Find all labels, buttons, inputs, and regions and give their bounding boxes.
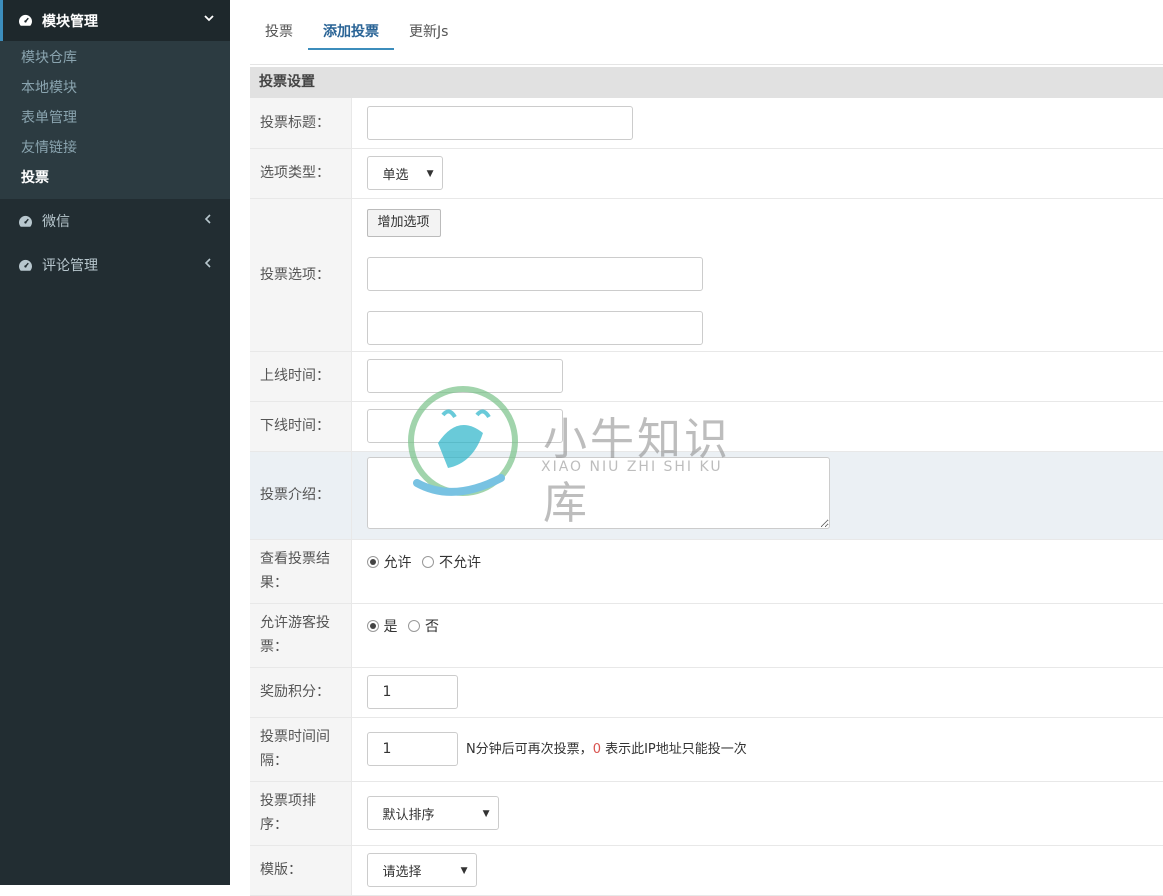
tab-add-vote[interactable]: 添加投票	[308, 12, 394, 50]
sidebar-item-wechat[interactable]: 微信	[0, 199, 230, 243]
offline-label: 下线时间：	[250, 401, 352, 452]
options-label: 投票选项：	[250, 198, 352, 352]
sidebar: 模块管理 模块仓库 本地模块 表单管理 友情链接 投票 微信 评论管理	[0, 0, 230, 885]
add-option-button[interactable]: 增加选项	[366, 208, 441, 237]
form-row-online: 上线时间：	[250, 351, 1163, 402]
interval-label: 投票时间间隔：	[250, 717, 352, 782]
guest-yes-radio[interactable]: 是	[366, 616, 398, 636]
sort-select[interactable]: 默认排序 ▼	[366, 796, 499, 830]
sidebar-item-label: 微信	[42, 214, 70, 230]
reward-points-input[interactable]	[366, 675, 458, 709]
sidebar-item-label: 模块管理	[42, 13, 98, 30]
sidebar-item-module-mgmt[interactable]: 模块管理	[0, 0, 230, 41]
interval-input[interactable]	[366, 732, 458, 766]
intro-textarea[interactable]	[366, 457, 830, 529]
form-row-view-result: 查看投票结果： 允许 不允许	[250, 539, 1163, 604]
sidebar-item-label: 评论管理	[42, 258, 98, 274]
title-label: 投票标题：	[250, 98, 352, 149]
intro-label: 投票介绍：	[250, 451, 352, 540]
sidebar-item-local-modules[interactable]: 本地模块	[0, 73, 230, 103]
vote-settings-form: 投票标题： 选项类型： 单选 ▼ 投票选项： 增加选项 上线时间： 下线时间： …	[250, 98, 1163, 896]
view-result-deny-radio[interactable]: 不允许	[421, 552, 481, 572]
panel-title: 投票设置	[250, 67, 1163, 98]
caret-down-icon: ▼	[482, 809, 490, 819]
hint-prefix: N分钟后可再次投票，	[465, 742, 593, 757]
dashboard-icon	[17, 213, 33, 229]
view-result-label: 查看投票结果：	[250, 539, 352, 604]
form-row-sort: 投票项排序： 默认排序 ▼	[250, 781, 1163, 846]
form-row-interval: 投票时间间隔： N分钟后可再次投票，0 表示此IP地址只能投一次	[250, 717, 1163, 782]
form-row-intro: 投票介绍：	[250, 451, 1163, 540]
option-input-1[interactable]	[366, 256, 703, 291]
view-result-allow-radio[interactable]: 允许	[366, 552, 412, 572]
type-label: 选项类型：	[250, 148, 352, 199]
form-row-template: 模版： 请选择 ▼	[250, 845, 1163, 896]
template-select[interactable]: 请选择 ▼	[366, 853, 477, 887]
radio-checked-icon	[366, 619, 379, 632]
sidebar-item-vote[interactable]: 投票	[0, 163, 230, 193]
reward-label: 奖励积分：	[250, 667, 352, 718]
guest-no-radio[interactable]: 否	[407, 616, 439, 636]
submenu-module-mgmt: 模块仓库 本地模块 表单管理 友情链接 投票	[0, 41, 230, 199]
radio-label: 否	[424, 618, 439, 635]
chevron-down-icon	[204, 12, 214, 26]
online-time-input[interactable]	[366, 359, 563, 393]
hint-zero: 0	[592, 742, 601, 757]
tab-bar: 投票 添加投票 更新Js	[250, 12, 463, 50]
template-label: 模版：	[250, 845, 352, 896]
tab-update-js[interactable]: 更新Js	[394, 12, 463, 50]
sidebar-item-form-mgmt[interactable]: 表单管理	[0, 103, 230, 133]
guest-label: 允许游客投票：	[250, 603, 352, 668]
form-row-title: 投票标题：	[250, 98, 1163, 149]
tab-divider	[250, 64, 1163, 65]
option-input-2[interactable]	[366, 310, 703, 345]
title-input[interactable]	[366, 105, 633, 140]
form-row-reward: 奖励积分：	[250, 667, 1163, 718]
online-label: 上线时间：	[250, 351, 352, 402]
form-row-type: 选项类型： 单选 ▼	[250, 148, 1163, 199]
form-row-guest: 允许游客投票： 是 否	[250, 603, 1163, 668]
sidebar-item-comments[interactable]: 评论管理	[0, 243, 230, 287]
radio-label: 允许	[383, 554, 412, 571]
chevron-left-icon	[204, 257, 212, 272]
sort-label: 投票项排序：	[250, 781, 352, 846]
radio-unchecked-icon	[407, 619, 420, 632]
sort-value: 默认排序	[382, 807, 435, 823]
caret-down-icon: ▼	[426, 169, 434, 179]
interval-hint: N分钟后可再次投票，0 表示此IP地址只能投一次	[466, 742, 747, 757]
radio-checked-icon	[366, 555, 379, 568]
sidebar-item-friend-links[interactable]: 友情链接	[0, 133, 230, 163]
form-row-offline: 下线时间：	[250, 401, 1163, 452]
radio-unchecked-icon	[421, 555, 434, 568]
option-type-value: 单选	[382, 167, 409, 183]
radio-label: 是	[383, 618, 398, 635]
tab-vote[interactable]: 投票	[250, 12, 308, 50]
form-row-options: 投票选项： 增加选项	[250, 198, 1163, 352]
template-value: 请选择	[382, 864, 422, 880]
dashboard-icon	[17, 257, 33, 273]
caret-down-icon: ▼	[460, 866, 468, 876]
main-content: 投票 添加投票 更新Js 投票设置 投票标题： 选项类型： 单选 ▼ 投票选项：…	[230, 0, 1163, 896]
dashboard-icon	[17, 13, 33, 29]
radio-label: 不允许	[438, 554, 481, 571]
offline-time-input[interactable]	[366, 409, 563, 443]
hint-suffix: 表示此IP地址只能投一次	[600, 742, 747, 757]
sidebar-item-module-repo[interactable]: 模块仓库	[0, 43, 230, 73]
chevron-left-icon	[204, 213, 212, 228]
option-type-select[interactable]: 单选 ▼	[366, 156, 443, 190]
